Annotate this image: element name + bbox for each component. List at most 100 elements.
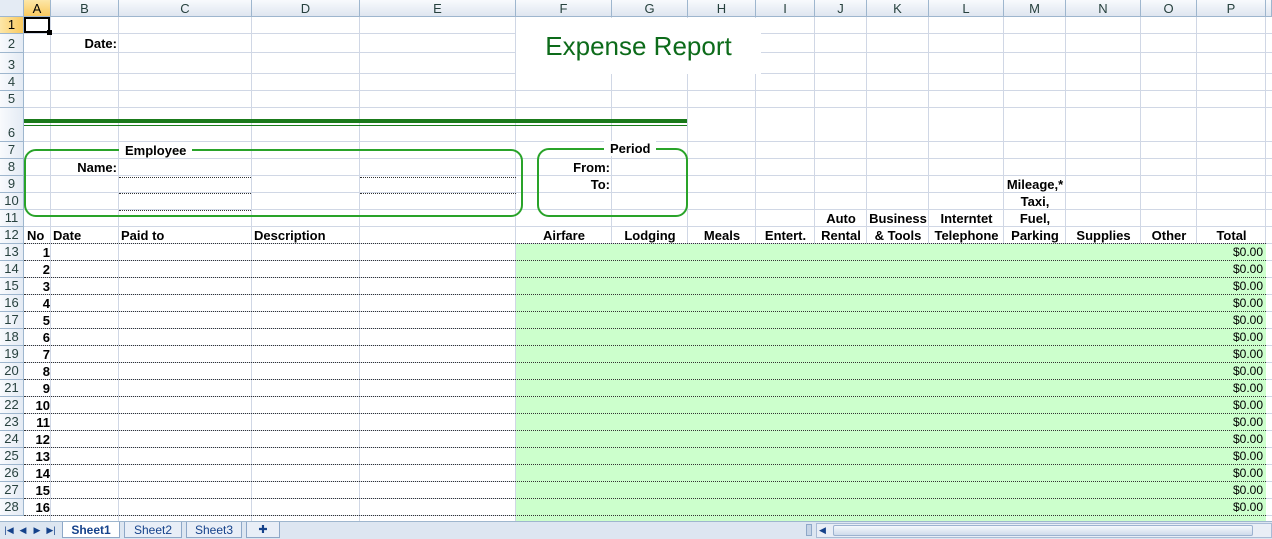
line-item-total: $0.00 [1232,449,1263,463]
line-item-total: $0.00 [1232,415,1263,429]
row-header-16[interactable]: 16 [0,295,24,312]
column-header-h[interactable]: H [688,0,756,17]
name-line-1 [119,177,251,178]
expense-fill-area [516,244,1266,521]
row-header-21[interactable]: 21 [0,380,24,397]
column-header-a[interactable]: A [24,0,51,17]
row-header-13[interactable]: 13 [0,244,24,261]
gridline-vertical [118,17,119,521]
line-item-number: 11 [36,415,50,430]
row-header-7[interactable]: 7 [0,142,24,159]
row-header-17[interactable]: 17 [0,312,24,329]
row-header-4[interactable]: 4 [0,74,24,91]
line-item-total: $0.00 [1232,262,1263,276]
spreadsheet-grid[interactable]: ABCDEFGHIJKLMNOP 1 2 3 4 5 6 7 8 9 10 11 12 13 14 15 16… [0,0,1272,521]
mileage-header-line3: Fuel, [1019,211,1051,226]
row-header-6[interactable]: 6 [0,108,24,142]
line-item-rule [24,277,1266,278]
business-tools-header-line1: Business [869,211,927,226]
tab-split-handle[interactable] [806,524,812,536]
row-header-12[interactable]: 12 [0,227,24,244]
line-item-number: 1 [42,245,50,260]
row-header-8[interactable]: 8 [0,159,24,176]
row-header-14[interactable]: 14 [0,261,24,278]
line-item-total: $0.00 [1232,296,1263,310]
gridline-vertical [50,17,51,521]
row-header-24[interactable]: 24 [0,431,24,448]
row-header-3[interactable]: 3 [0,53,24,74]
last-sheet-icon[interactable]: ▶| [45,524,57,536]
column-header-k[interactable]: K [867,0,929,17]
column-header-d[interactable]: D [252,0,360,17]
line-item-rule [24,430,1266,431]
line-item-total: $0.00 [1232,432,1263,446]
header-airfare: Airfare [543,228,585,243]
row-header-2[interactable]: 2 [0,34,24,53]
line-item-number: 8 [42,364,50,379]
line-item-rule [24,464,1266,465]
gridline-vertical [251,17,252,521]
column-header-o[interactable]: O [1141,0,1197,17]
row-header-18[interactable]: 18 [0,329,24,346]
row-header-23[interactable]: 23 [0,414,24,431]
line-item-rule [24,515,1266,516]
employee-label: Employee [119,143,193,158]
scroll-left-icon[interactable]: ◀ [819,524,826,537]
line-item-number: 6 [42,330,50,345]
column-header-g[interactable]: G [612,0,688,17]
row-header-10[interactable]: 10 [0,193,24,210]
name-line-2 [360,177,516,178]
tab-sheet3[interactable]: Sheet3 [186,522,242,538]
first-sheet-icon[interactable]: |◀ [3,524,15,536]
row-header-25[interactable]: 25 [0,448,24,465]
row-header-22[interactable]: 22 [0,397,24,414]
report-title: Expense Report [516,18,761,74]
column-header-e[interactable]: E [360,0,516,17]
row-header-5[interactable]: 5 [0,91,24,108]
tab-sheet2[interactable]: Sheet2 [124,522,182,538]
select-all-corner[interactable] [0,0,24,17]
row-header-15[interactable]: 15 [0,278,24,295]
column-header-f[interactable]: F [516,0,612,17]
header-other: Other [1151,228,1187,243]
row-header-20[interactable]: 20 [0,363,24,380]
line-item-rule [24,447,1266,448]
row-header-26[interactable]: 26 [0,465,24,482]
row-header-19[interactable]: 19 [0,346,24,363]
line-item-number: 12 [35,432,50,447]
column-header-n[interactable]: N [1066,0,1141,17]
header-supplies: Supplies [1076,228,1131,243]
column-header-l[interactable]: L [929,0,1004,17]
line-item-rule [24,294,1266,295]
column-header-p[interactable]: P [1197,0,1266,17]
prev-sheet-icon[interactable]: ◀ [17,524,29,536]
scroll-thumb[interactable] [833,525,1253,536]
line-item-total: $0.00 [1232,466,1263,480]
row-header-9[interactable]: 9 [0,176,24,193]
fill-handle[interactable] [47,30,52,35]
row-header-27[interactable]: 27 [0,482,24,499]
column-header-b[interactable]: B [51,0,119,17]
from-label: From: [573,160,610,175]
to-label: To: [590,177,610,192]
period-label: Period [604,141,657,156]
row-header-1[interactable]: 1 [0,17,24,34]
tab-sheet1[interactable]: Sheet1 [62,522,120,538]
row-header-11[interactable]: 11 [0,210,24,227]
line-item-number: 9 [42,381,50,396]
line-item-total: $0.00 [1232,330,1263,344]
horizontal-scrollbar[interactable]: ◀ [816,523,1272,538]
line-item-rule [24,260,1266,261]
date-label: Date: [84,36,117,51]
column-header-c[interactable]: C [119,0,252,17]
mileage-header-line2: Taxi, [1020,194,1050,209]
column-header-m[interactable]: M [1004,0,1066,17]
column-header-i[interactable]: I [756,0,815,17]
next-sheet-icon[interactable]: ▶ [31,524,43,536]
line-item-number: 3 [42,279,50,294]
row-header-28[interactable]: 28 [0,499,24,516]
header-date: Date [53,228,82,243]
line-item-number: 2 [42,262,50,277]
insert-sheet-icon[interactable]: ✚ [246,522,280,538]
column-header-j[interactable]: J [815,0,867,17]
